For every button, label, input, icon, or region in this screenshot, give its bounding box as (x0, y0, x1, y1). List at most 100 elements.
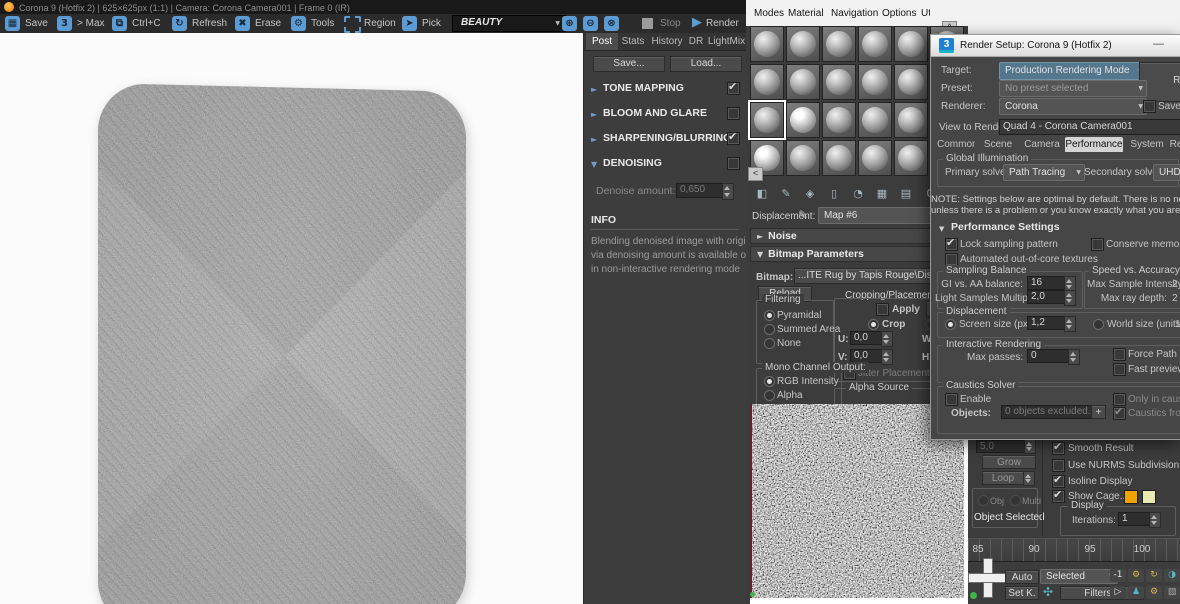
section-arrow-icon[interactable]: ▼ (591, 159, 597, 171)
set-key-button[interactable]: Set K. (1005, 586, 1039, 600)
minimize-icon[interactable]: — (1153, 38, 1164, 50)
denoise-amount-field[interactable]: 0,650 (676, 183, 726, 198)
material-sphere[interactable] (858, 140, 892, 176)
material-sphere[interactable] (822, 140, 856, 176)
zoom-reset-icon[interactable]: ⊗ (604, 16, 619, 31)
vfb-titlebar[interactable]: Corona 9 (Hotfix 2) | 625×625px (1:1) | … (0, 0, 746, 14)
save-icon[interactable]: ▦ (5, 16, 20, 31)
material-sphere[interactable] (786, 26, 820, 62)
tab-history[interactable]: History (648, 33, 686, 50)
region-button-label[interactable]: Region (364, 18, 396, 30)
auto-key-button[interactable]: Auto (1005, 570, 1039, 584)
preset-dropdown[interactable]: No preset selected (999, 80, 1147, 97)
render-element-dropdown[interactable]: BEAUTY (452, 15, 566, 32)
eyedropper-icon[interactable]: ✎ (798, 209, 808, 221)
material-sphere[interactable] (894, 64, 928, 100)
screen-size-radio[interactable] (945, 319, 956, 330)
section-denoising[interactable]: DENOISING (603, 157, 662, 169)
zoom-out-icon[interactable]: ⊖ (583, 16, 598, 31)
obj-radio[interactable] (978, 495, 989, 506)
tab-lightmix[interactable]: LightMix (706, 33, 747, 50)
multi-radio[interactable] (1010, 495, 1021, 506)
menu-options[interactable]: Options (882, 8, 916, 20)
stop-icon[interactable] (642, 18, 653, 29)
filtering-summed-radio[interactable] (764, 324, 775, 335)
crop-radio[interactable] (868, 319, 879, 330)
selection-lock-icon[interactable]: ♟ (1128, 586, 1144, 599)
refresh-icon[interactable]: ↻ (172, 16, 187, 31)
view-to-render-value[interactable]: Quad 4 - Corona Camera001 (999, 119, 1180, 135)
target-dropdown[interactable]: Production Rendering Mode (999, 62, 1147, 80)
mono-rgb-radio[interactable] (764, 376, 775, 387)
material-sphere[interactable] (894, 140, 928, 176)
show-map-in-viewport-icon[interactable]: ▦ (872, 186, 892, 202)
conserve-memory-checkbox[interactable] (1091, 238, 1104, 251)
tab-system[interactable]: System (1127, 137, 1167, 152)
snaps-toggle-icon[interactable]: -1 (1110, 569, 1126, 582)
apply-checkbox[interactable] (876, 303, 889, 316)
nurms-checkbox[interactable] (1052, 459, 1065, 472)
filtering-summed-label[interactable]: Summed Area (777, 324, 840, 336)
material-sphere[interactable] (858, 64, 892, 100)
perf-expanded-icon[interactable]: ▼ (939, 223, 944, 235)
key-set-dropdown[interactable]: Selected (1040, 569, 1118, 584)
filtering-none-radio[interactable] (764, 338, 775, 349)
material-sphere[interactable] (822, 26, 856, 62)
save-button-label[interactable]: Save (25, 18, 48, 30)
light-samples-field[interactable]: 2,0 (1027, 290, 1069, 304)
tone-mapping-checkbox[interactable] (727, 82, 740, 95)
material-sphere[interactable] (822, 102, 856, 138)
isoline-checkbox[interactable] (1052, 475, 1065, 488)
world-size-radio[interactable] (1093, 319, 1104, 330)
force-path-tracing-checkbox[interactable] (1113, 348, 1126, 361)
max-sample-intensity-value[interactable]: 2 (1172, 279, 1178, 291)
env-caustics-checkbox[interactable] (1113, 407, 1126, 420)
modifier-value-stepper[interactable] (1024, 439, 1036, 454)
tab-render-elements[interactable]: Re (1169, 137, 1180, 152)
viewport-image-icon[interactable]: ▧ (1164, 586, 1180, 599)
modifier-value-field[interactable]: 5,0 (976, 440, 1028, 453)
smooth-result-checkbox[interactable] (1052, 442, 1065, 455)
angle-snap-icon[interactable]: ⚙ (1128, 569, 1144, 582)
material-sphere[interactable] (894, 26, 928, 62)
iterations-stepper[interactable] (1149, 512, 1161, 528)
caustics-enable-checkbox[interactable] (945, 393, 958, 406)
max-passes-stepper[interactable] (1068, 349, 1080, 365)
get-material-icon[interactable]: ◧ (752, 186, 772, 202)
gi-aa-field[interactable]: 16 (1027, 276, 1069, 290)
show-cage-checkbox[interactable] (1052, 490, 1065, 503)
tools-gear-icon[interactable]: ⚙ (291, 16, 306, 31)
save-material-icon[interactable]: ▤ (896, 186, 916, 202)
material-sphere[interactable] (786, 64, 820, 100)
caustics-objects-field[interactable]: 0 objects excluded... (1001, 405, 1095, 419)
section-bloom-glare[interactable]: BLOOM AND GLARE (603, 107, 707, 119)
percent-snap-icon[interactable]: ↻ (1146, 569, 1162, 582)
tone-save-button[interactable]: Save... (593, 56, 665, 72)
world-size-value[interactable]: 1 (1175, 319, 1180, 331)
material-sphere[interactable] (750, 26, 784, 62)
material-sphere[interactable] (858, 102, 892, 138)
v-stepper[interactable] (881, 349, 893, 365)
tab-post[interactable]: Post (586, 33, 618, 50)
material-sphere[interactable] (894, 102, 928, 138)
tab-performance[interactable]: Performance (1065, 137, 1123, 152)
render-play-icon[interactable]: ▶ (692, 15, 702, 30)
lock-sampling-checkbox[interactable] (945, 238, 958, 251)
menu-navigation[interactable]: Navigation (831, 8, 878, 20)
screen-size-field[interactable]: 1,2 (1027, 316, 1069, 330)
light-samples-stepper[interactable] (1064, 290, 1076, 306)
material-sphere[interactable] (786, 140, 820, 176)
copy-button-label[interactable]: Ctrl+C (132, 18, 161, 30)
tab-scene[interactable]: Scene (981, 137, 1015, 152)
displacement-map-dropdown[interactable]: Map #6 (818, 207, 938, 224)
tools-button-label[interactable]: Tools (311, 18, 334, 30)
u-stepper[interactable] (881, 331, 893, 347)
section-tone-mapping[interactable]: TONE MAPPING (603, 82, 684, 94)
loop-button[interactable]: Loop (982, 471, 1024, 485)
pick-hand-icon[interactable]: ➤ (402, 16, 417, 31)
tone-load-button[interactable]: Load... (670, 56, 742, 72)
grow-button[interactable]: Grow (982, 455, 1036, 469)
section-sharpening[interactable]: SHARPENING/BLURRING (603, 132, 731, 144)
spinner-snap-icon[interactable]: ◑ (1164, 569, 1180, 582)
tab-camera[interactable]: Camera (1021, 137, 1063, 152)
